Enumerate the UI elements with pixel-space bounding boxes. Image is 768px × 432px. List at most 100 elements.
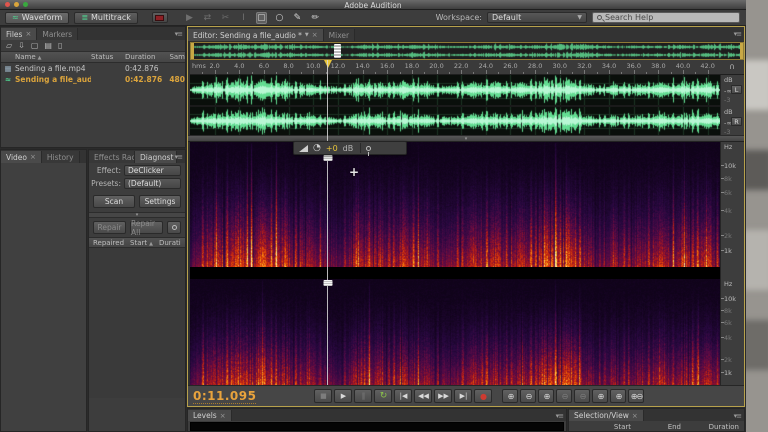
crosshair-cursor: + [349, 165, 359, 179]
channel-l-button[interactable]: L [731, 85, 742, 94]
close-icon[interactable]: × [25, 30, 31, 38]
close-icon[interactable]: × [30, 153, 36, 161]
gain-knob-icon[interactable]: ◔ [313, 143, 321, 153]
presets-dropdown[interactable]: (Default) [124, 178, 181, 189]
tab-selection-view[interactable]: Selection/View × [569, 410, 644, 421]
spot-hud[interactable]: ◔ +0 dB [293, 141, 407, 155]
trash-icon[interactable]: ▯ [58, 41, 62, 50]
overview-strip[interactable] [190, 42, 744, 60]
wave-spectral-splitter[interactable]: ▾ [188, 135, 744, 142]
tab-mixer[interactable]: Mixer [324, 29, 355, 41]
playhead-caret[interactable] [324, 60, 332, 68]
move-tool: ▶ [184, 13, 195, 23]
panel-menu-icon[interactable]: ▾≡ [175, 153, 182, 161]
tab-markers[interactable]: Markers [37, 28, 78, 40]
tab-effects-rack[interactable]: Effects Rack [89, 151, 135, 163]
frequency-scale-left[interactable]: Hz10k8k6k4k2k1k [720, 142, 744, 267]
waveform-right-channel[interactable] [190, 107, 720, 135]
loop-playback-button[interactable]: ↻ [374, 389, 392, 403]
zoom-in-left-edge-button[interactable]: ⊕ [592, 389, 608, 403]
gain-value[interactable]: +0 [326, 144, 338, 153]
column-sample-rate[interactable]: Sam [167, 53, 185, 61]
multitrack-view-button[interactable]: ≣ Multitrack [74, 12, 138, 24]
zoom-in-right-edge-button[interactable]: ⊕ [610, 389, 626, 403]
overview-playhead-handle[interactable] [334, 44, 341, 58]
rewind-button[interactable]: ◀◀ [414, 389, 432, 403]
tab-levels[interactable]: Levels × [188, 410, 232, 421]
repair-all-button[interactable]: Repair All [130, 221, 163, 234]
time-display[interactable]: 0:11.095 [193, 389, 256, 404]
selection-end-handle[interactable] [740, 43, 743, 59]
file-row[interactable]: ▦Sending a file.mp40:42.876 [1, 63, 185, 74]
selection-start-handle[interactable] [191, 43, 194, 59]
lasso-selection-tool[interactable]: ○ [274, 13, 285, 23]
close-icon[interactable]: × [220, 412, 226, 420]
settings-button[interactable]: Settings [139, 195, 181, 208]
marquee-selection-tool[interactable]: ▢ [256, 12, 267, 24]
close-icon[interactable]: × [312, 31, 318, 39]
effect-dropdown[interactable]: DeClicker [124, 165, 181, 176]
fast-forward-button[interactable]: ▶▶ [434, 389, 452, 403]
spot-healing-brush-tool[interactable]: ✏ [310, 13, 321, 23]
file-row[interactable]: ≈Sending a file_audio *0:42.876480 [1, 74, 185, 85]
playhead-handle[interactable] [323, 280, 332, 286]
amplitude-scale[interactable]: dB-∞-3LdB-∞-3R [720, 75, 744, 135]
zoom-out-button[interactable]: ⊖ [520, 389, 536, 403]
spectrogram-right-channel[interactable] [190, 279, 720, 387]
tab-files[interactable]: Files × [1, 28, 37, 40]
waveform-left-channel[interactable] [190, 75, 720, 105]
move-cti-next-button[interactable]: ▶| [454, 389, 472, 403]
tab-history[interactable]: History [42, 151, 80, 163]
pause-button[interactable]: ‖ [354, 389, 372, 403]
spectral-frequency-display-toggle[interactable] [152, 12, 168, 23]
close-icon[interactable]: × [632, 412, 638, 420]
panel-menu-icon[interactable]: ▾≡ [734, 30, 741, 38]
files-column-headers: Name▲ Status Duration Sam [1, 52, 185, 63]
tab-diagnostics[interactable]: Diagnost [135, 151, 177, 163]
column-status[interactable]: Status [91, 53, 125, 61]
zoom-to-selection-button[interactable]: ⊕ [538, 389, 554, 403]
zoom-in-button[interactable]: ⊕ [502, 389, 518, 403]
volume-fade-icon[interactable] [299, 145, 308, 152]
frequency-scale-right[interactable]: Hz10k8k6k4k2k1k [720, 267, 744, 387]
titlebar[interactable]: Adobe Audition [0, 0, 746, 10]
panel-menu-icon[interactable]: ▾≡ [175, 30, 182, 38]
insert-multitrack-icon[interactable]: ▤ [44, 41, 52, 50]
column-repaired[interactable]: Repaired [93, 239, 124, 247]
column-duration[interactable]: Duration [125, 53, 167, 61]
new-file-icon[interactable]: ▢ [31, 41, 39, 50]
play-button[interactable]: ▶ [334, 389, 352, 403]
zoom-reset-button[interactable]: ⊕⊖ [628, 389, 644, 403]
scan-button[interactable]: Scan [93, 195, 135, 208]
waveform-display[interactable] [190, 75, 720, 135]
move-cti-previous-button[interactable]: |◀ [394, 389, 412, 403]
overview-waveform[interactable] [191, 43, 743, 59]
spectrogram-left-channel[interactable] [190, 142, 720, 267]
channel-r-button[interactable]: R [731, 117, 742, 126]
search-markers-button[interactable] [167, 221, 181, 234]
open-file-icon[interactable]: ▱ [6, 41, 12, 50]
chevron-down-icon[interactable]: ▼ [305, 32, 309, 38]
snap-magnet-icon[interactable]: ∩ [720, 60, 744, 75]
search-help-input[interactable]: Search Help [592, 12, 740, 23]
paintbrush-selection-tool[interactable]: ✎ [292, 13, 303, 23]
timeline-ruler[interactable]: hms 2.04.06.08.010.012.014.016.018.020.0… [190, 60, 720, 75]
waveform-view-button[interactable]: ≈ Waveform [5, 12, 69, 24]
column-start[interactable]: Start▲ [130, 239, 153, 247]
repair-button[interactable]: Repair [93, 221, 126, 234]
record-button[interactable]: ● [474, 389, 492, 403]
panel-menu-icon[interactable]: ▾≡ [734, 412, 741, 420]
workspace-dropdown[interactable]: Default ▼ [487, 12, 587, 23]
stop-button[interactable]: ■ [314, 389, 332, 403]
playhead-line[interactable] [327, 60, 328, 387]
pin-hud-icon[interactable] [366, 146, 371, 151]
import-file-icon[interactable]: ⇩ [18, 41, 25, 50]
zoom-out-amplitude-button[interactable]: ⊖ [574, 389, 590, 403]
tab-video[interactable]: Video × [1, 151, 42, 163]
column-duration[interactable]: Durati [159, 239, 181, 247]
panel-menu-icon[interactable]: ▾≡ [556, 412, 563, 420]
column-name[interactable]: Name▲ [15, 53, 91, 61]
zoom-in-amplitude-button[interactable]: ⊖ [556, 389, 572, 403]
tab-editor[interactable]: Editor: Sending a file_audio * ▼ × [188, 29, 324, 41]
playhead-handle[interactable] [323, 155, 332, 161]
